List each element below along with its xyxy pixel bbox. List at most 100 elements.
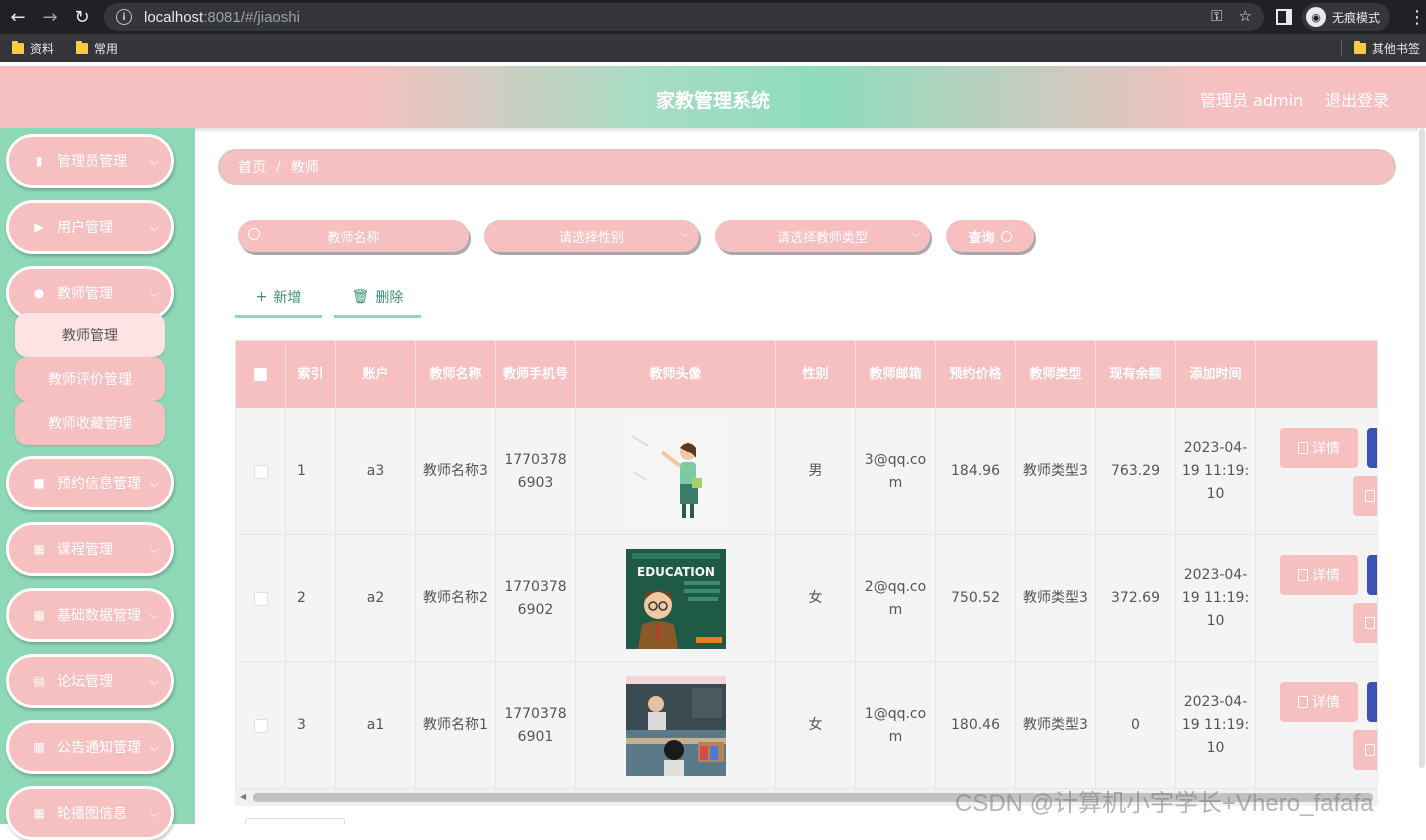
row-checkbox[interactable] <box>253 464 268 479</box>
table-row[interactable]: 2 a2 教师名称2 17703786902 EDUCATION 女 2@qq.… <box>236 535 1377 662</box>
cell-name: 教师名称2 <box>416 535 496 662</box>
breadcrumb-home[interactable]: 首页 <box>238 157 266 177</box>
sidebar-item-users[interactable]: ▶ 用户管理 ⌵ <box>6 200 174 254</box>
teacher-name-input[interactable]: 教师名称 <box>238 220 469 252</box>
plus-icon: + <box>255 288 268 305</box>
chevron-down-icon: ⌵ <box>149 286 159 300</box>
row-action-button[interactable] <box>1353 730 1377 770</box>
clipboard-icon: ▮ <box>35 154 43 168</box>
incognito-icon: ◉ <box>1306 7 1326 27</box>
chevron-down-icon: ⌵ <box>149 542 159 556</box>
side-panel-icon[interactable] <box>1276 9 1292 25</box>
chevron-down-icon: ⌵ <box>149 476 159 490</box>
document-icon <box>1365 744 1375 756</box>
row-checkbox-cell <box>236 662 286 789</box>
teacher-type-select[interactable]: 请选择教师类型 ⌵ <box>715 220 930 252</box>
sidebar-item-carousel[interactable]: ▦ 轮播图信息 ⌵ <box>6 786 174 840</box>
cell-balance: 372.69 <box>1096 535 1176 662</box>
reload-icon[interactable]: ↻ <box>68 3 96 31</box>
chevron-down-icon: ⌵ <box>680 227 689 240</box>
sidebar-item-basedata[interactable]: ▦ 基础数据管理 ⌵ <box>6 588 174 642</box>
submenu-teacher-review[interactable]: 教师评价管理 <box>15 357 165 401</box>
grid-icon: ▦ <box>33 608 45 622</box>
grid-icon: ▦ <box>33 542 45 556</box>
cell-balance: 763.29 <box>1096 408 1176 535</box>
cell-price: 184.96 <box>936 408 1016 535</box>
col-account: 账户 <box>336 341 416 408</box>
key-icon[interactable]: ⚿ <box>1211 7 1222 25</box>
bookmark-folder-changyong[interactable]: 常用 <box>76 40 118 57</box>
scroll-left-icon[interactable]: ◀ <box>240 792 246 801</box>
col-actions <box>1256 341 1377 408</box>
cell-index: 1 <box>286 408 336 535</box>
cell-account: a3 <box>336 408 416 535</box>
forward-icon[interactable]: → <box>36 3 64 31</box>
chevron-down-icon: ⌵ <box>149 154 159 168</box>
submenu-teacher-manage[interactable]: 教师管理 <box>15 313 165 357</box>
sidebar-item-courses[interactable]: ▦ 课程管理 ⌵ <box>6 522 174 576</box>
search-icon <box>1000 230 1012 242</box>
address-bar[interactable]: i localhost:8081/#/jiaoshi ⚿ ☆ <box>104 3 1264 31</box>
query-button[interactable]: 查询 <box>946 220 1034 252</box>
scrollbar-thumb[interactable] <box>1419 128 1425 768</box>
cell-account: a1 <box>336 662 416 789</box>
breadcrumb-separator: / <box>276 159 281 175</box>
chevron-down-icon: ⌵ <box>149 608 159 622</box>
bookmarks-bar: 资料 常用 其他书签 <box>0 34 1426 62</box>
user-icon: ● <box>33 286 45 300</box>
site-info-icon[interactable]: i <box>116 9 132 25</box>
current-user: 管理员 admin <box>1200 91 1304 110</box>
logout-link[interactable]: 退出登录 <box>1325 87 1389 111</box>
teacher-avatar-image <box>625 675 726 776</box>
edit-button[interactable] <box>1367 682 1377 722</box>
sidebar-item-notice[interactable]: ▦ 公告通知管理 ⌵ <box>6 720 174 774</box>
sidebar-item-forum[interactable]: ▤ 论坛管理 ⌵ <box>6 654 174 708</box>
cell-type: 教师类型3 <box>1016 662 1096 789</box>
chart-icon: ▤ <box>33 674 45 688</box>
url-text[interactable]: localhost:8081/#/jiaoshi <box>144 9 300 26</box>
col-time: 添加时间 <box>1176 341 1256 408</box>
row-checkbox[interactable] <box>253 591 268 606</box>
app-header: 家教管理系统 管理员 admin 退出登录 <box>0 66 1426 128</box>
menu-icon[interactable]: ⋮ <box>1408 7 1426 28</box>
chevron-down-icon: ⌵ <box>149 674 159 688</box>
gender-select[interactable]: 请选择性别 ⌵ <box>484 220 699 252</box>
select-all-checkbox[interactable] <box>254 368 267 381</box>
edit-button[interactable] <box>1367 555 1377 595</box>
back-icon[interactable]: ← <box>4 3 32 31</box>
bookmark-folder-ziliao[interactable]: 资料 <box>12 40 54 57</box>
delete-button[interactable]: 🗑 删除 <box>334 278 421 318</box>
teacher-avatar-image <box>625 421 726 522</box>
edit-button[interactable] <box>1367 428 1377 468</box>
table-row[interactable]: 3 a1 教师名称1 17703786901 女 1@qq.com 180.46… <box>236 662 1377 789</box>
watermark: CSDN @计算机小宇学长+Vhero_fafafa <box>955 790 1374 817</box>
row-action-button[interactable] <box>1353 476 1377 516</box>
detail-button[interactable]: 详情 <box>1280 555 1358 595</box>
gender-placeholder: 请选择性别 <box>558 230 624 246</box>
teacher-table: 索引 账户 教师名称 教师手机号 教师头像 性别 教师邮箱 预约价格 教师类型 … <box>235 340 1378 806</box>
cell-index: 2 <box>286 535 336 662</box>
sidebar-item-admin[interactable]: ▮ 管理员管理 ⌵ <box>6 134 174 188</box>
incognito-badge[interactable]: ◉ 无痕模式 <box>1302 3 1390 31</box>
detail-button[interactable]: 详情 <box>1280 428 1358 468</box>
col-index: 索引 <box>286 341 336 408</box>
star-icon[interactable]: ☆ <box>1239 7 1252 25</box>
page-vertical-scrollbar[interactable] <box>1418 128 1426 824</box>
detail-button[interactable]: 详情 <box>1280 682 1358 722</box>
sidebar-item-booking[interactable]: ■ 预约信息管理 ⌵ <box>6 456 174 510</box>
table-row[interactable]: 1 a3 教师名称3 17703786903 男 3@qq.com 184.96… <box>236 408 1377 535</box>
document-icon <box>1298 696 1308 708</box>
row-checkbox[interactable] <box>253 718 268 733</box>
cell-index: 3 <box>286 662 336 789</box>
chevron-down-icon: ⌵ <box>149 806 159 820</box>
submenu-teacher-favorite[interactable]: 教师收藏管理 <box>15 401 165 445</box>
col-price: 预约价格 <box>936 341 1016 408</box>
sidebar-item-teachers[interactable]: ● 教师管理 ⌵ <box>6 266 174 320</box>
folder-icon <box>1354 40 1366 54</box>
col-name: 教师名称 <box>416 341 496 408</box>
bookmark-folder-other[interactable]: 其他书签 <box>1354 40 1420 57</box>
row-action-button[interactable] <box>1353 603 1377 643</box>
add-button[interactable]: + 新增 <box>235 278 322 318</box>
cell-name: 教师名称3 <box>416 408 496 535</box>
table-header: 索引 账户 教师名称 教师手机号 教师头像 性别 教师邮箱 预约价格 教师类型 … <box>236 341 1377 408</box>
